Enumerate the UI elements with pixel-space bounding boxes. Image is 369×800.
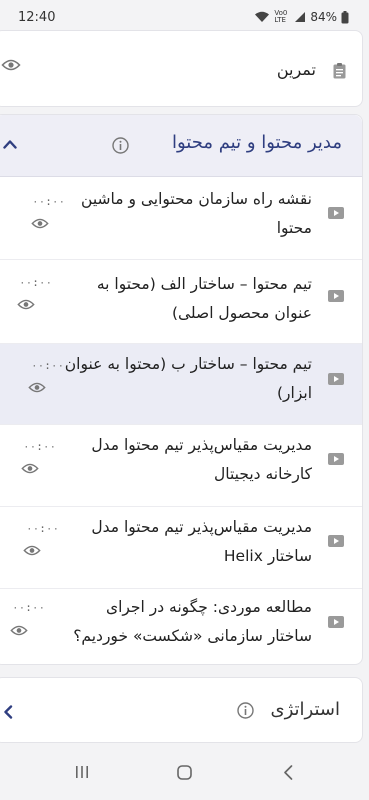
- navigation-bar: [0, 748, 369, 800]
- lesson-title: تیم محتوا – ساختار ب (محتوا به عنوان ابز…: [64, 355, 312, 402]
- eye-icon[interactable]: [28, 381, 46, 394]
- video-icon: [328, 290, 344, 302]
- chevron-up-icon[interactable]: [3, 139, 17, 149]
- lesson-title: مطالعه موردی: چگونه در اجرای ساختار سازم…: [73, 598, 312, 645]
- wifi-icon: [255, 11, 270, 22]
- lesson-duration: ۰۰:۰۰: [19, 276, 53, 289]
- lesson-duration: ۰۰:۰۰: [31, 359, 65, 372]
- practice-card: تمرین: [0, 30, 363, 107]
- lesson-duration: ۰۰:۰۰: [32, 195, 66, 208]
- recents-icon: [76, 766, 88, 778]
- chevron-left-icon[interactable]: [3, 705, 13, 719]
- eye-icon[interactable]: [10, 624, 28, 637]
- video-icon: [328, 207, 344, 219]
- section-header[interactable]: مدیر محتوا و تیم محتوا: [0, 115, 362, 177]
- video-icon: [328, 616, 344, 628]
- lesson-row-active[interactable]: تیم محتوا – ساختار ب (محتوا به عنوان ابز…: [0, 344, 362, 425]
- lesson-row[interactable]: تیم محتوا – ساختار الف (محتوا به عنوان م…: [0, 260, 362, 344]
- section-title: مدیر محتوا و تیم محتوا: [171, 132, 342, 153]
- lesson-duration: ۰۰:۰۰: [23, 440, 57, 453]
- lesson-title: مدیریت مقیاس‌پذیر تیم محتوا مدل کارخانه …: [91, 436, 312, 483]
- lesson-row[interactable]: مطالعه موردی: چگونه در اجرای ساختار سازم…: [0, 589, 362, 664]
- eye-icon[interactable]: [31, 217, 49, 230]
- status-bar: 12:40 Vo0 LTE 84%: [0, 0, 369, 34]
- eye-icon[interactable]: [1, 58, 21, 72]
- back-icon: [284, 765, 293, 780]
- collapsed-section-card[interactable]: استراتژی: [0, 677, 363, 743]
- lesson-title: تیم محتوا – ساختار الف (محتوا به عنوان م…: [96, 275, 312, 322]
- lesson-duration: ۰۰:۰۰: [26, 522, 60, 535]
- lesson-row[interactable]: نقشه راه سازمان محتوایی و ماشین محتوا ۰۰…: [0, 178, 362, 260]
- video-icon: [328, 373, 344, 385]
- practice-row[interactable]: تمرین: [0, 51, 362, 91]
- battery-percent: 84%: [310, 10, 337, 24]
- info-icon[interactable]: [112, 137, 129, 154]
- lesson-title: مدیریت مقیاس‌پذیر تیم محتوا مدل ساختار H…: [91, 518, 312, 565]
- practice-label: تمرین: [276, 60, 316, 79]
- status-time: 12:40: [18, 9, 56, 25]
- lesson-duration: ۰۰:۰۰: [12, 601, 46, 614]
- video-icon: [328, 453, 344, 465]
- home-icon: [177, 765, 192, 780]
- lesson-row[interactable]: مدیریت مقیاس‌پذیر تیم محتوا مدل کارخانه …: [0, 425, 362, 507]
- info-icon[interactable]: [237, 702, 254, 719]
- section-title: استراتژی: [270, 699, 340, 720]
- network-label: Vo0 LTE: [274, 9, 288, 24]
- video-icon: [328, 535, 344, 547]
- battery-icon: [341, 10, 349, 23]
- section-card: مدیر محتوا و تیم محتوا نقشه راه سازمان م…: [0, 114, 363, 665]
- signal-icon: [295, 12, 306, 22]
- back-button[interactable]: [282, 764, 294, 785]
- lesson-row[interactable]: مدیریت مقیاس‌پذیر تیم محتوا مدل ساختار H…: [0, 507, 362, 589]
- home-button[interactable]: [176, 764, 193, 785]
- status-icons: Vo0 LTE 84%: [254, 10, 349, 24]
- document-icon: [333, 63, 346, 79]
- recents-button[interactable]: [74, 764, 90, 784]
- lesson-title: نقشه راه سازمان محتوایی و ماشین محتوا: [81, 190, 312, 237]
- eye-icon[interactable]: [23, 544, 41, 557]
- eye-icon[interactable]: [17, 298, 35, 311]
- eye-icon[interactable]: [21, 462, 39, 475]
